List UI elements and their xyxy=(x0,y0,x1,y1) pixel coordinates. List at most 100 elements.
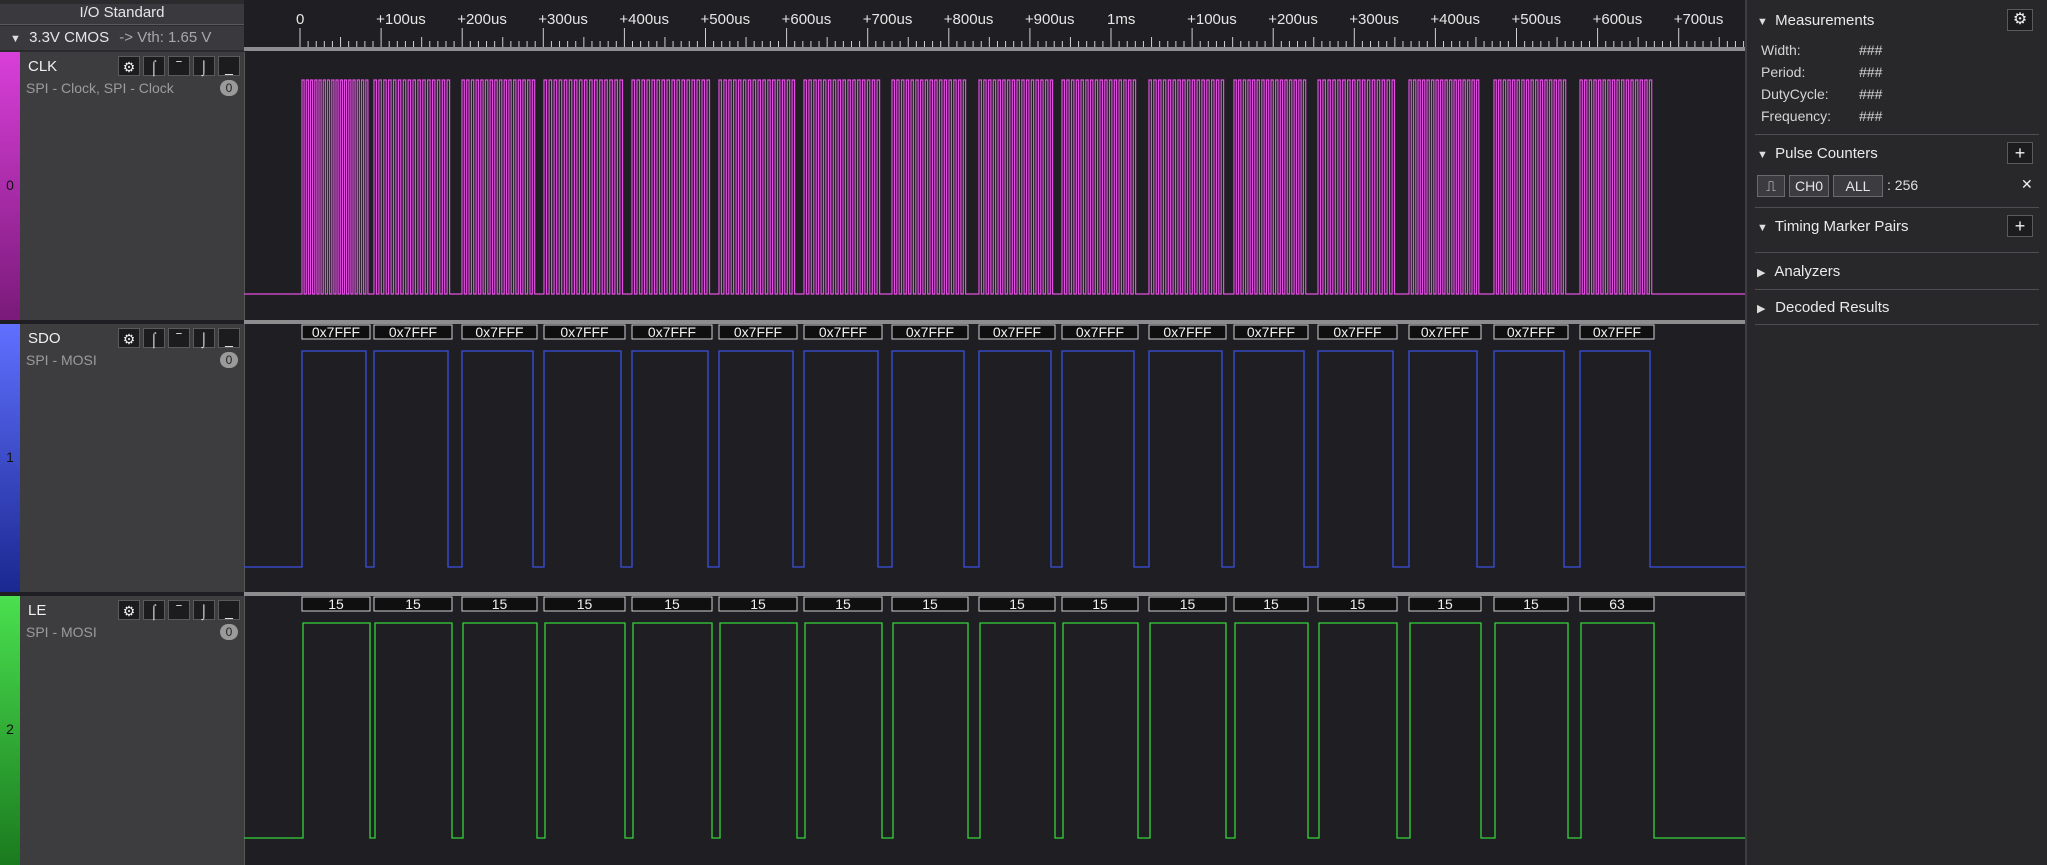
rising-edge-trigger-icon[interactable]: ⌠ xyxy=(143,56,165,76)
decode-value: 15 xyxy=(922,596,938,612)
add-pulse-counter-plus-icon[interactable]: + xyxy=(2007,142,2033,164)
decode-value: 15 xyxy=(664,596,680,612)
decode-bubble[interactable]: 15 xyxy=(1317,596,1398,612)
decode-bubble[interactable]: 0x7FFF xyxy=(1148,324,1227,340)
falling-edge-trigger-icon[interactable]: ⌡ xyxy=(193,600,215,620)
expand-down-icon[interactable]: ▼ xyxy=(1757,16,1771,28)
decode-bubble[interactable]: 15 xyxy=(1233,596,1309,612)
channel-name[interactable]: LE xyxy=(28,602,46,619)
decode-value: 15 xyxy=(1180,596,1196,612)
channel-header[interactable]: LE ⚙ ⌠ ‾ ⌡ _ SPI - MOSI 0 xyxy=(20,596,245,865)
decode-bubble[interactable]: 0x7FFF xyxy=(301,324,371,340)
clk-waveform[interactable] xyxy=(244,52,1745,320)
expand-down-icon[interactable]: ▼ xyxy=(1757,149,1771,161)
high-level-trigger-icon[interactable]: ‾ xyxy=(168,600,190,620)
channel-name[interactable]: CLK xyxy=(28,58,57,75)
decode-bubble[interactable]: 15 xyxy=(803,596,883,612)
decode-bubble[interactable]: 0x7FFF xyxy=(891,324,969,340)
expand-down-icon[interactable]: ▼ xyxy=(10,27,21,51)
pulse-counters-section-header[interactable]: ▼ Pulse Counters xyxy=(1747,145,2047,162)
ruler-label: +500us xyxy=(701,11,751,28)
falling-edge-trigger-icon[interactable]: ⌡ xyxy=(193,328,215,348)
io-standard-selector[interactable]: ▼ 3.3V CMOS -> Vth: 1.65 V xyxy=(0,26,244,50)
remove-pulse-counter-close-icon[interactable]: ✕ xyxy=(2021,176,2033,193)
ruler-label: +100us xyxy=(1187,11,1237,28)
decode-bubble[interactable]: 0x7FFF xyxy=(803,324,883,340)
decode-bubble[interactable]: 0x7FFF xyxy=(631,324,713,340)
decode-bubble[interactable]: 15 xyxy=(631,596,713,612)
decode-bubble[interactable]: 0x7FFF xyxy=(1233,324,1309,340)
add-timing-marker-plus-icon[interactable]: + xyxy=(2007,215,2033,237)
decode-value: 0x7FFF xyxy=(734,324,782,340)
expand-right-icon[interactable]: ▶ xyxy=(1757,266,1771,279)
decode-bubble[interactable]: 15 xyxy=(373,596,453,612)
decode-bubble[interactable]: 0x7FFF xyxy=(373,324,453,340)
measurements-section-header[interactable]: ▼ Measurements xyxy=(1747,12,2047,29)
le-waveform[interactable]: 15 15 15 15 15 15 15 15 15 15 15 15 15 15 15 63 xyxy=(244,596,1745,865)
channel-le: 2 LE ⚙ ⌠ ‾ ⌡ _ SPI - MOSI 0 15 15 15 15 15 15… xyxy=(0,596,1745,865)
measurements-settings-gear-icon[interactable]: ⚙ xyxy=(2007,9,2033,31)
channel-settings-gear-icon[interactable]: ⚙ xyxy=(118,328,140,348)
decode-bubble[interactable]: 15 xyxy=(461,596,538,612)
decode-bubble[interactable]: 15 xyxy=(978,596,1056,612)
timing-marker-pairs-section-header[interactable]: ▼ Timing Marker Pairs xyxy=(1747,218,2047,235)
high-level-trigger-icon[interactable]: ‾ xyxy=(168,328,190,348)
low-level-trigger-icon[interactable]: _ xyxy=(218,600,240,620)
decode-bubble[interactable]: 15 xyxy=(1061,596,1139,612)
low-level-trigger-icon[interactable]: _ xyxy=(218,56,240,76)
decode-value: 0x7FFF xyxy=(1163,324,1211,340)
low-level-trigger-icon[interactable]: _ xyxy=(218,328,240,348)
channel-name[interactable]: SDO xyxy=(28,330,61,347)
analyzers-title: Analyzers xyxy=(1774,263,1841,280)
edge-select-icon[interactable]: ⎍ xyxy=(1757,175,1785,197)
decode-bubble[interactable]: 15 xyxy=(1408,596,1482,612)
decode-bubble[interactable]: 15 xyxy=(1493,596,1569,612)
decode-value: 15 xyxy=(1009,596,1025,612)
pulse-counter-channel-select[interactable]: CH0 xyxy=(1789,175,1829,197)
decode-value: 0x7FFF xyxy=(1076,324,1124,340)
sdo-waveform[interactable]: 0x7FFF 0x7FFF 0x7FFF 0x7FFF 0x7FFF 0x7FFF 0x7F… xyxy=(244,324,1745,592)
channel-settings-gear-icon[interactable]: ⚙ xyxy=(118,600,140,620)
decode-bubble[interactable]: 15 xyxy=(1148,596,1227,612)
decode-bubble[interactable]: 0x7FFF xyxy=(718,324,798,340)
expand-down-icon[interactable]: ▼ xyxy=(1757,222,1771,234)
analyzers-section-header[interactable]: ▶ Analyzers xyxy=(1747,263,2047,280)
decode-bubble[interactable]: 15 xyxy=(543,596,626,612)
io-standard-header: I/O Standard ▼ 3.3V CMOS -> Vth: 1.65 V xyxy=(0,0,244,53)
time-ruler[interactable]: 0 +100us +200us +300us +400us +500us +600us +70… xyxy=(244,0,1745,52)
decode-bubble[interactable]: 0x7FFF xyxy=(1061,324,1139,340)
falling-edge-trigger-icon[interactable]: ⌡ xyxy=(193,56,215,76)
decode-bubble[interactable]: 63 xyxy=(1579,596,1655,612)
decode-bubble[interactable]: 0x7FFF xyxy=(1317,324,1398,340)
decode-bubble[interactable]: 15 xyxy=(718,596,798,612)
ruler-label: +200us xyxy=(457,11,507,28)
channel-header[interactable]: SDO ⚙ ⌠ ‾ ⌡ _ SPI - MOSI 0 xyxy=(20,324,245,592)
decoded-results-section-header[interactable]: ▶ Decoded Results xyxy=(1747,299,2047,316)
decode-bubble[interactable]: 0x7FFF xyxy=(1493,324,1569,340)
decode-bubble[interactable]: 0x7FFF xyxy=(978,324,1056,340)
decode-bubble[interactable]: 0x7FFF xyxy=(1408,324,1482,340)
decode-bubble[interactable]: 0x7FFF xyxy=(461,324,538,340)
decode-value: 0x7FFF xyxy=(993,324,1041,340)
channel-settings-gear-icon[interactable]: ⚙ xyxy=(118,56,140,76)
measurement-value: ### xyxy=(1859,64,1883,80)
decode-value: 0x7FFF xyxy=(648,324,696,340)
channel-index: 0 xyxy=(6,177,14,193)
measurement-label: DutyCycle: xyxy=(1761,86,1829,102)
decode-bubble[interactable]: 0x7FFF xyxy=(1579,324,1655,340)
decode-bubble[interactable]: 15 xyxy=(891,596,969,612)
decode-bubble[interactable]: 15 xyxy=(301,596,371,612)
ruler-label: +300us xyxy=(538,11,588,28)
decode-bubble[interactable]: 0x7FFF xyxy=(543,324,626,340)
channel-header[interactable]: CLK ⚙ ⌠ ‾ ⌡ _ SPI - Clock, SPI - Clock 0 xyxy=(20,52,245,320)
pulse-counter-range-select[interactable]: ALL xyxy=(1833,175,1883,197)
rising-edge-trigger-icon[interactable]: ⌠ xyxy=(143,328,165,348)
rising-edge-trigger-icon[interactable]: ⌠ xyxy=(143,600,165,620)
signal-trace xyxy=(244,350,1745,568)
decode-value: 15 xyxy=(577,596,593,612)
channel-index: 1 xyxy=(6,449,14,465)
section-divider xyxy=(1755,289,2039,290)
high-level-trigger-icon[interactable]: ‾ xyxy=(168,56,190,76)
decode-value: 0x7FFF xyxy=(1247,324,1295,340)
expand-right-icon[interactable]: ▶ xyxy=(1757,302,1771,315)
